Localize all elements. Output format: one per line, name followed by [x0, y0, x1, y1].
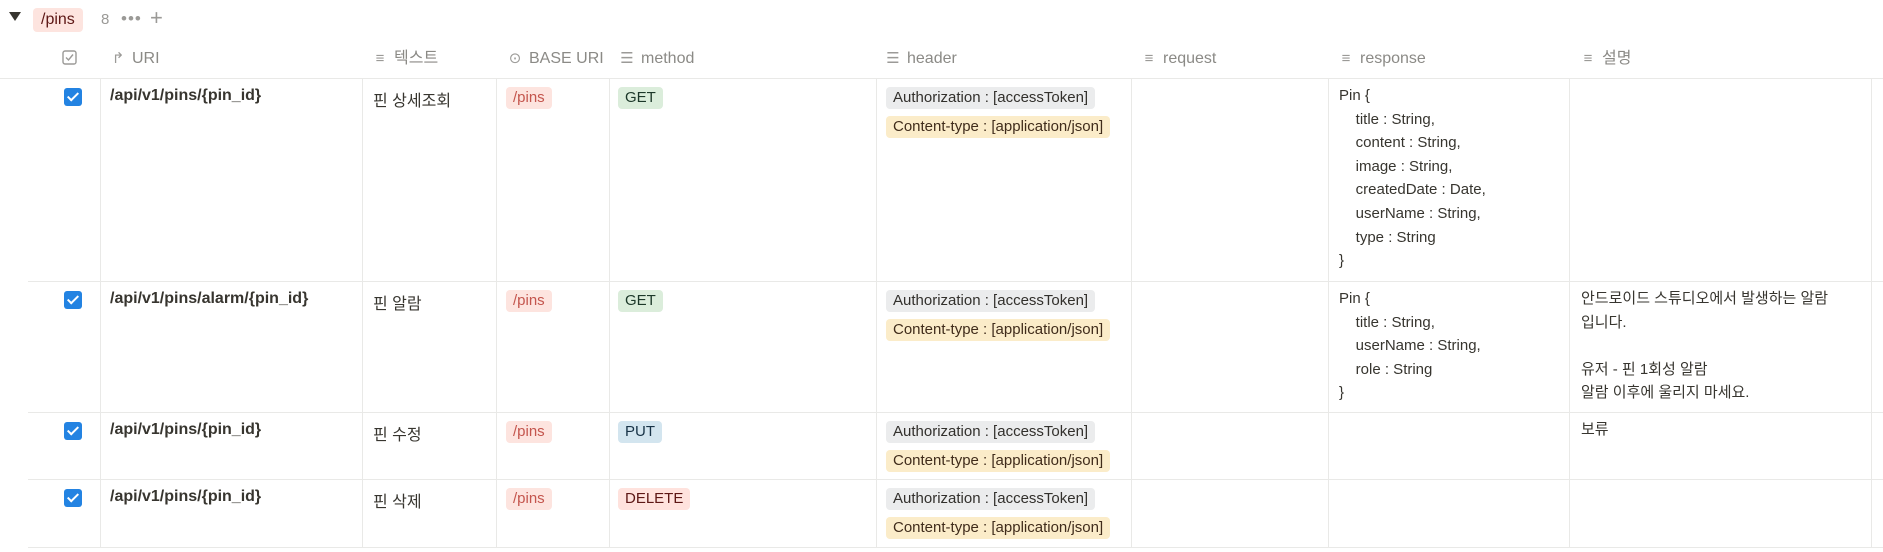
header-tag-authorization[interactable]: Authorization : [accessToken] — [886, 488, 1096, 510]
text-cell[interactable]: 핀 알람 — [373, 290, 422, 314]
method-tag[interactable]: PUT — [618, 421, 662, 443]
column-header-response[interactable]: ≡ response — [1338, 40, 1426, 78]
table-row[interactable]: /api/v1/pins/{pin_id} 핀 삭제 /pins DELETE … — [28, 479, 1883, 548]
header-tag-authorization[interactable]: Authorization : [accessToken] — [886, 87, 1096, 109]
column-header-method[interactable]: ☰ method — [619, 40, 694, 78]
header-tag-content-type[interactable]: Content-type : [application/json] — [886, 116, 1111, 138]
table-header: ↱ URI ≡ 텍스트 ⊙ BASE URI ☰ method ☰ header ≡ req… — [0, 40, 1883, 79]
header-tag-content-type[interactable]: Content-type : [application/json] — [886, 319, 1111, 341]
base-uri-tag[interactable]: /pins — [506, 87, 552, 109]
row-checkbox[interactable] — [64, 291, 82, 309]
group-header: /pins 8 ••• + — [0, 0, 1883, 40]
text-lines-icon: ≡ — [375, 50, 385, 67]
uri-cell[interactable]: /api/v1/pins/alarm/{pin_id} — [110, 290, 308, 308]
header-tag-content-type[interactable]: Content-type : [application/json] — [886, 450, 1111, 472]
uri-cell[interactable]: /api/v1/pins/{pin_id} — [110, 87, 261, 105]
header-tag-authorization[interactable]: Authorization : [accessToken] — [886, 421, 1096, 443]
ellipsis-icon[interactable]: ••• — [121, 9, 142, 29]
column-header-uri[interactable]: ↱ URI — [110, 40, 160, 78]
list-icon: ☰ — [620, 50, 634, 67]
select-circle-icon: ⊙ — [508, 50, 522, 67]
response-cell[interactable]: Pin { title : String, userName : String,… — [1339, 287, 1481, 405]
header-tag-authorization[interactable]: Authorization : [accessToken] — [886, 290, 1096, 312]
base-uri-tag[interactable]: /pins — [506, 421, 552, 443]
row-checkbox[interactable] — [64, 489, 82, 507]
base-uri-tag[interactable]: /pins — [506, 290, 552, 312]
column-header-desc[interactable]: ≡ 설명 — [1580, 40, 1632, 78]
uri-cell[interactable]: /api/v1/pins/{pin_id} — [110, 421, 261, 439]
row-checkbox[interactable] — [64, 88, 82, 106]
method-tag[interactable]: GET — [618, 290, 663, 312]
list-icon: ☰ — [886, 50, 900, 67]
column-header-text[interactable]: ≡ 텍스트 — [372, 40, 439, 78]
desc-cell[interactable]: 안드로이드 스튜디오에서 발생하는 알람 입니다. 유저 - 핀 1회성 알람 … — [1581, 287, 1828, 405]
method-tag[interactable]: GET — [618, 87, 663, 109]
response-cell[interactable]: Pin { title : String, content : String, … — [1339, 84, 1486, 273]
plus-icon[interactable]: + — [150, 6, 163, 30]
column-header-base-uri[interactable]: ⊙ BASE URI — [507, 40, 604, 78]
group-count: 8 — [101, 11, 110, 28]
text-lines-icon: ≡ — [1583, 50, 1593, 67]
text-cell[interactable]: 핀 수정 — [373, 421, 422, 445]
text-cell[interactable]: 핀 삭제 — [373, 488, 422, 512]
table-row[interactable]: /api/v1/pins/{pin_id} 핀 상세조회 /pins GET A… — [28, 78, 1883, 282]
uri-cell[interactable]: /api/v1/pins/{pin_id} — [110, 488, 261, 506]
table-row[interactable]: /api/v1/pins/alarm/{pin_id} 핀 알람 /pins G… — [28, 281, 1883, 413]
column-header-request[interactable]: ≡ request — [1141, 40, 1217, 78]
text-cell[interactable]: 핀 상세조회 — [373, 87, 451, 111]
header-tag-content-type[interactable]: Content-type : [application/json] — [886, 517, 1111, 539]
row-checkbox[interactable] — [64, 422, 82, 440]
table-row[interactable]: /api/v1/pins/{pin_id} 핀 수정 /pins PUT Aut… — [28, 412, 1883, 480]
collapse-toggle-icon[interactable] — [9, 12, 21, 21]
text-lines-icon: ≡ — [1144, 50, 1154, 67]
select-all-checkbox[interactable] — [62, 40, 77, 78]
method-tag[interactable]: DELETE — [618, 488, 691, 510]
column-header-header[interactable]: ☰ header — [885, 40, 957, 78]
group-tag[interactable]: /pins — [33, 8, 83, 32]
desc-cell[interactable]: 보류 — [1581, 418, 1609, 442]
checkbox-icon — [62, 50, 77, 65]
text-lines-icon: ≡ — [1341, 50, 1351, 67]
arrow-redirect-icon: ↱ — [111, 50, 125, 67]
base-uri-tag[interactable]: /pins — [506, 488, 552, 510]
